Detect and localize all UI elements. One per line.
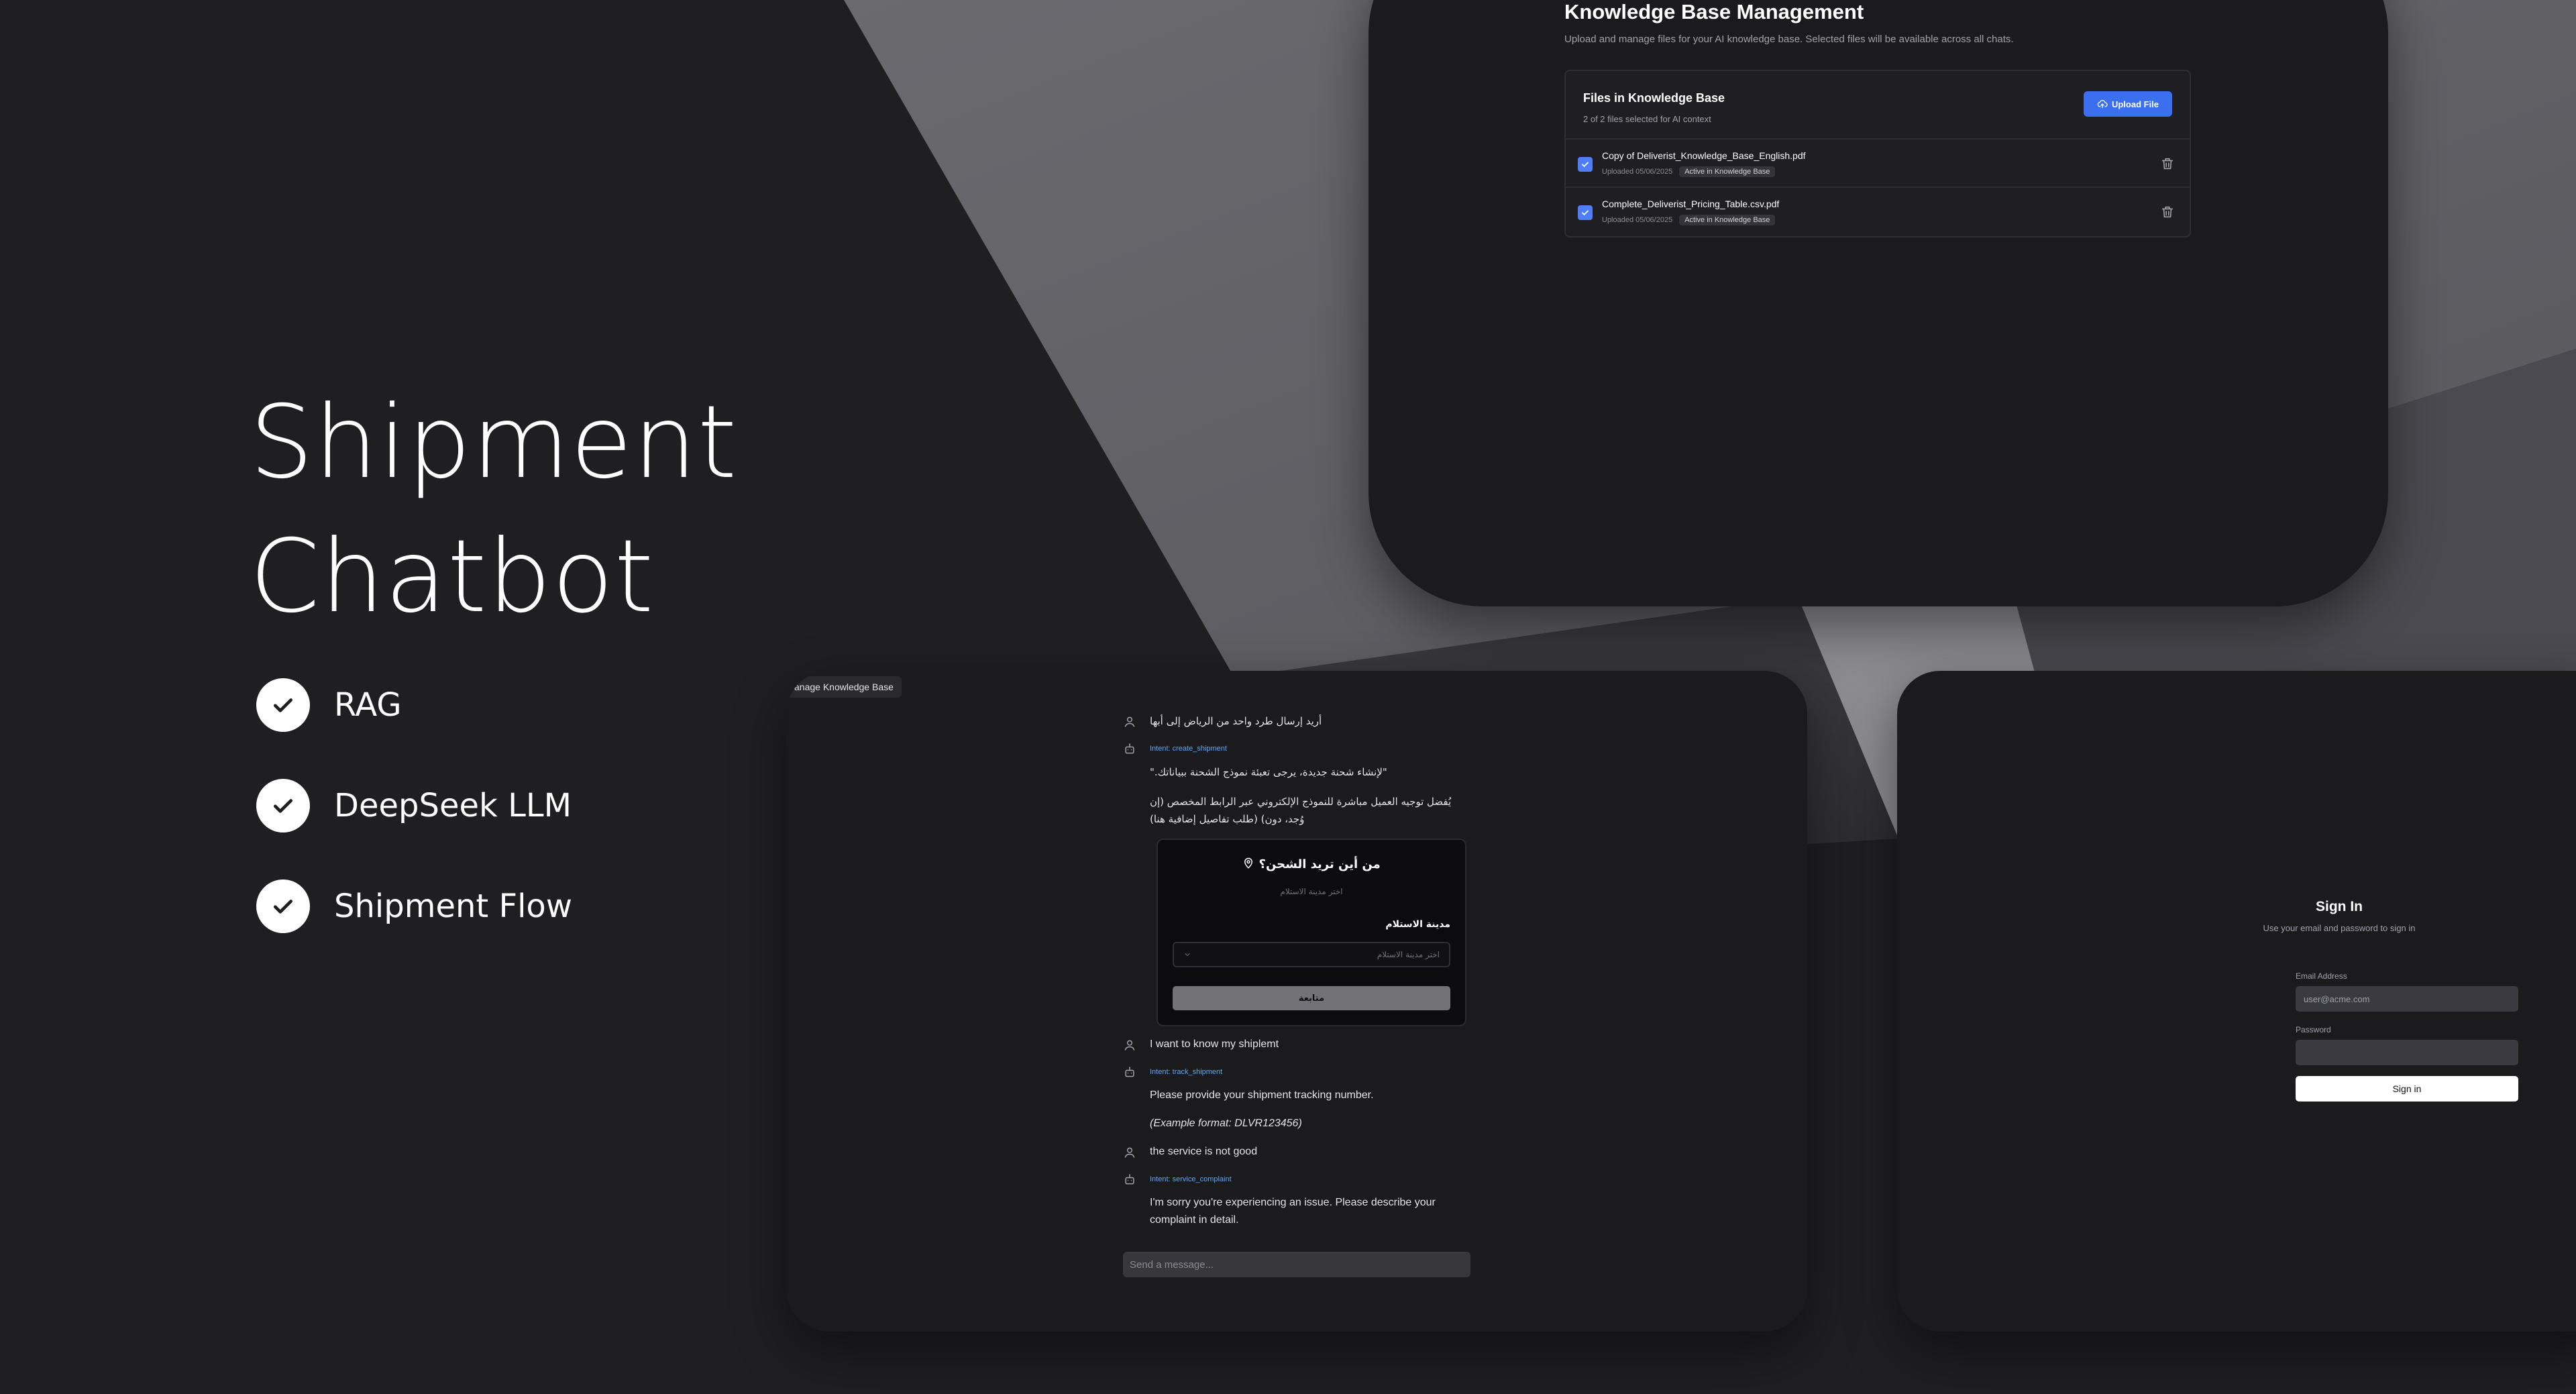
feature-label: RAG: [334, 686, 402, 724]
trash-icon[interactable]: [2160, 204, 2175, 220]
file-meta: Uploaded 05/06/2025 Active in Knowledge …: [1602, 166, 1776, 177]
check-icon: [1582, 162, 1589, 167]
showcase-canvas: Shipment Chatbot RAG DeepSeek LLM Shipme…: [0, 0, 2576, 1394]
intent-label: Intent: service_complaint: [1150, 1175, 1232, 1183]
shipment-question-text: من أين تريد الشحن؟: [1258, 857, 1381, 871]
pickup-city-select[interactable]: اختر مدينة الاستلام: [1173, 942, 1450, 967]
upload-file-label: Upload File: [2111, 99, 2159, 109]
user-message: the service is not good: [1150, 1146, 1258, 1157]
feature-list: RAG DeepSeek LLM Shipment Flow: [256, 678, 572, 979]
sign-in-button[interactable]: Sign in: [2296, 1076, 2518, 1102]
upload-file-button[interactable]: Upload File: [2084, 91, 2172, 117]
chat-screen: anage Knowledge Base أريد إرسال طرد واحد…: [786, 671, 1807, 1332]
hero-title-line-2: Chatbot: [250, 519, 655, 635]
shipment-form-subtitle: اختر مدينة الاستلام: [1280, 887, 1343, 896]
hero-title-line-1: Shipment: [250, 384, 738, 501]
files-card-header: Files in Knowledge Base 2 of 2 files sel…: [1566, 71, 2190, 140]
bot-message: (Example format: DLVR123456): [1150, 1118, 1302, 1129]
feature-item-rag: RAG: [256, 678, 572, 733]
user-message: أريد إرسال طرد واحد من الرياض إلى أبها: [1150, 715, 1322, 727]
email-label: Email Address: [2296, 971, 2347, 981]
cloud-upload-icon: [2097, 100, 2108, 108]
status-badge: Active in Knowledge Base: [1679, 215, 1776, 225]
check-icon: [256, 678, 310, 732]
hero-title: Shipment Chatbot: [250, 376, 737, 644]
file-checkbox[interactable]: [1578, 157, 1593, 172]
bot-message: يُفضل توجيه العميل مباشرة للنموذج الإلكت…: [1150, 796, 1452, 825]
files-card: Files in Knowledge Base 2 of 2 files sel…: [1564, 70, 2191, 237]
page-title: Knowledge Base Management: [1564, 0, 1864, 23]
sign-in-screen: Sign In Use your email and password to s…: [1897, 671, 2576, 1332]
sign-in-title: Sign In: [2316, 899, 2363, 914]
file-meta: Uploaded 05/06/2025 Active in Knowledge …: [1602, 215, 1776, 225]
check-icon: [1582, 210, 1589, 215]
message-input[interactable]: [1123, 1252, 1470, 1277]
file-checkbox[interactable]: [1578, 205, 1593, 220]
user-icon: [1124, 1147, 1135, 1158]
sign-in-subtitle: Use your email and password to sign in: [2263, 923, 2416, 933]
feature-label: DeepSeek LLM: [334, 787, 572, 824]
file-name: Copy of Deliverist_Knowledge_Base_Englis…: [1602, 150, 1806, 161]
shipment-form-card: من أين تريد الشحن؟ اختر مدينة الاستلام م…: [1157, 839, 1466, 1026]
bot-icon: [1125, 743, 1134, 754]
check-icon: [256, 879, 310, 933]
map-pin-icon: [1244, 857, 1253, 869]
files-card-title: Files in Knowledge Base: [1583, 91, 1725, 105]
email-field[interactable]: [2296, 986, 2518, 1012]
shipment-form-question: من أين تريد الشحن؟: [1158, 857, 1465, 871]
file-upload-date: Uploaded 05/06/2025: [1602, 168, 1673, 176]
user-message: I want to know my shiplemt: [1150, 1038, 1279, 1050]
feature-label: Shipment Flow: [334, 888, 573, 925]
user-icon: [1124, 1040, 1135, 1051]
file-upload-date: Uploaded 05/06/2025: [1602, 216, 1673, 224]
password-label: Password: [2296, 1025, 2331, 1034]
feature-item-shipment-flow: Shipment Flow: [256, 879, 572, 934]
trash-icon[interactable]: [2160, 156, 2175, 172]
files-card-subtitle: 2 of 2 files selected for AI context: [1583, 114, 1711, 124]
bot-icon: [1125, 1174, 1134, 1185]
page-subtitle: Upload and manage files for your AI know…: [1564, 34, 2014, 45]
intent-label: Intent: track_shipment: [1150, 1068, 1223, 1076]
file-row: Complete_Deliverist_Pricing_Table.csv.pd…: [1566, 188, 2190, 236]
user-icon: [1124, 716, 1135, 727]
file-row: Copy of Deliverist_Knowledge_Base_Englis…: [1566, 140, 2190, 188]
password-field[interactable]: [2296, 1040, 2518, 1065]
bot-icon: [1125, 1067, 1134, 1077]
manage-knowledge-base-tab[interactable]: anage Knowledge Base: [786, 676, 902, 698]
bot-message: I'm sorry you're experiencing an issue. …: [1150, 1197, 1436, 1226]
status-badge: Active in Knowledge Base: [1679, 166, 1776, 177]
pickup-city-placeholder: اختر مدينة الاستلام: [1377, 950, 1440, 959]
pickup-city-label: مدينة الاستلام: [1385, 919, 1450, 930]
intent-label: Intent: create_shipment: [1150, 745, 1227, 753]
feature-item-deepseek: DeepSeek LLM: [256, 778, 572, 833]
knowledge-base-screen: Knowledge Base Management Upload and man…: [1368, 0, 2388, 606]
bot-message: Please provide your shipment tracking nu…: [1150, 1089, 1374, 1101]
bot-message: "لإنشاء شحنة جديدة، يرجى تعبئة نموذج الش…: [1150, 766, 1387, 778]
check-icon: [256, 779, 310, 833]
continue-button[interactable]: متابعة: [1173, 986, 1450, 1010]
chevron-down-icon: [1185, 953, 1190, 957]
file-name: Complete_Deliverist_Pricing_Table.csv.pd…: [1602, 199, 1780, 209]
